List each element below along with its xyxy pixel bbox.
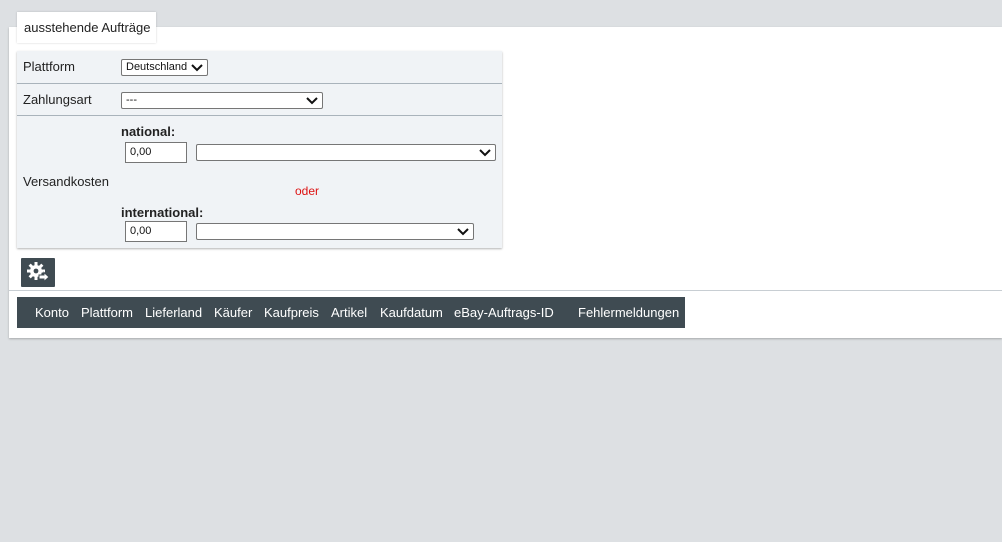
chevron-down-icon — [457, 228, 469, 236]
payment-select-value: --- — [126, 94, 137, 106]
international-shipping-select[interactable] — [196, 223, 474, 240]
column-header-kaufpreis[interactable]: Kaufpreis — [264, 297, 319, 328]
tab-ausstehende-auftraege[interactable]: ausstehende Aufträge — [17, 12, 156, 43]
filter-form: Plattform Deutschland Zahlungsart --- Ve… — [17, 51, 502, 248]
payment-label: Zahlungsart — [23, 92, 92, 107]
column-header-kaufdatum[interactable]: Kaufdatum — [380, 297, 443, 328]
column-header-kaeufer[interactable]: Käufer — [214, 297, 252, 328]
column-header-artikel[interactable]: Artikel — [331, 297, 367, 328]
chevron-down-icon — [191, 64, 203, 72]
shipping-row: Versandkosten national: 0,00 oder intern… — [17, 115, 502, 249]
national-cost-input[interactable]: 0,00 — [125, 142, 187, 163]
column-header-plattform[interactable]: Plattform — [81, 297, 133, 328]
platform-select[interactable]: Deutschland — [121, 59, 208, 76]
national-label: national: — [121, 124, 176, 139]
column-header-ebay-auftrags-id[interactable]: eBay-Auftrags-ID — [454, 297, 554, 328]
settings-apply-button[interactable] — [21, 258, 55, 287]
or-label: oder — [295, 184, 320, 198]
payment-select[interactable]: --- — [121, 92, 323, 109]
orders-table-header: Konto Plattform Lieferland Käufer Kaufpr… — [17, 297, 685, 328]
chevron-down-icon — [306, 97, 318, 105]
payment-row: Zahlungsart --- — [17, 83, 502, 116]
platform-select-value: Deutschland — [126, 61, 188, 73]
international-cost-input[interactable]: 0,00 — [125, 221, 187, 242]
column-header-fehlermeldungen[interactable]: Fehlermeldungen — [578, 297, 679, 328]
divider — [9, 290, 1002, 291]
platform-label: Plattform — [23, 59, 76, 74]
gear-arrow-icon — [27, 262, 50, 283]
shipping-label: Versandkosten — [23, 174, 110, 189]
column-header-konto[interactable]: Konto — [35, 297, 69, 328]
column-header-lieferland[interactable]: Lieferland — [145, 297, 202, 328]
national-shipping-select[interactable] — [196, 144, 496, 161]
platform-row: Plattform Deutschland — [17, 51, 502, 83]
international-label: international: — [121, 205, 204, 220]
chevron-down-icon — [479, 149, 491, 157]
